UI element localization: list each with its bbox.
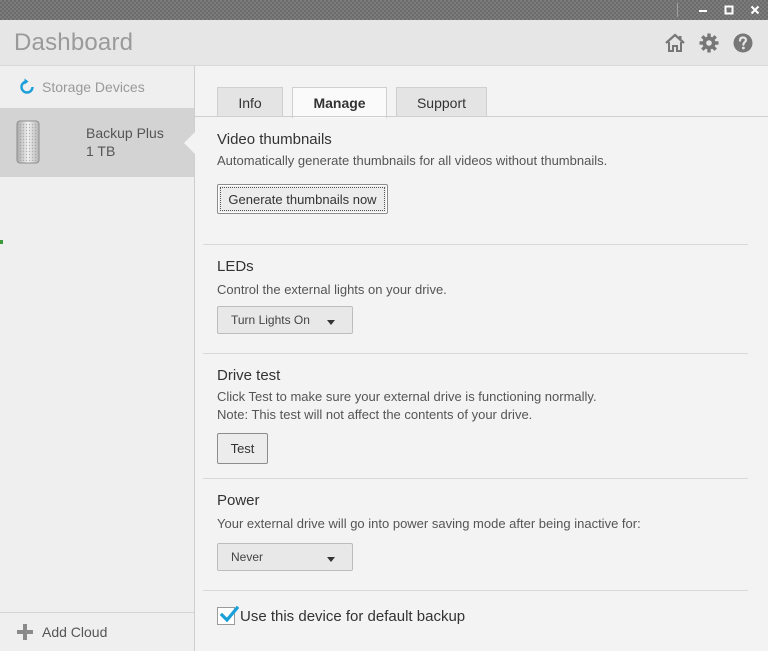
leds-dropdown[interactable]: Turn Lights On xyxy=(217,306,353,334)
close-icon[interactable] xyxy=(742,0,768,20)
header-icons xyxy=(664,32,754,54)
add-cloud-button[interactable]: Add Cloud xyxy=(0,612,194,651)
test-button[interactable]: Test xyxy=(217,433,268,464)
section-description-line2: Note: This test will not affect the cont… xyxy=(217,407,533,422)
main-panel: Info Manage Support Video thumbnails Aut… xyxy=(195,66,768,651)
section-video-thumbnails: Video thumbnails Automatically generate … xyxy=(217,131,607,170)
tab-bar: Info Manage Support xyxy=(217,87,496,118)
power-selected: Never xyxy=(231,550,264,564)
tab-underline xyxy=(195,116,768,117)
section-title: Video thumbnails xyxy=(217,131,332,148)
chevron-down-icon xyxy=(327,320,335,325)
window-titlebar[interactable] xyxy=(0,0,768,20)
default-backup-row[interactable]: Use this device for default backup xyxy=(217,605,466,625)
app-header: Dashboard xyxy=(0,20,768,66)
app-title: Dashboard xyxy=(14,29,134,56)
sidebar-item-backup-plus[interactable]: Backup Plus 1 TB xyxy=(0,108,195,177)
home-icon[interactable] xyxy=(664,32,686,54)
chevron-down-icon xyxy=(327,557,335,562)
plus-icon xyxy=(17,624,33,640)
default-backup-label: Use this device for default backup xyxy=(240,607,466,625)
tab-support[interactable]: Support xyxy=(396,87,487,117)
section-title: LEDs xyxy=(217,258,254,275)
help-icon[interactable] xyxy=(732,32,754,54)
tab-info[interactable]: Info xyxy=(217,87,283,117)
drive-icon xyxy=(16,120,40,164)
section-divider xyxy=(203,244,748,245)
maximize-icon[interactable] xyxy=(716,0,742,20)
sidebar-heading-label: Storage Devices xyxy=(42,79,145,95)
section-title: Power xyxy=(217,492,260,509)
minimize-icon[interactable] xyxy=(690,0,716,20)
power-dropdown[interactable]: Never xyxy=(217,543,353,571)
section-description: Your external drive will go into power s… xyxy=(217,516,641,531)
sidebar-heading[interactable]: Storage Devices xyxy=(0,66,194,108)
status-marker xyxy=(0,240,3,244)
section-leds: LEDs Control the external lights on your… xyxy=(217,258,447,299)
section-divider xyxy=(203,478,748,479)
section-description: Automatically generate thumbnails for al… xyxy=(217,153,608,168)
section-power: Power Your external drive will go into p… xyxy=(217,492,641,533)
sidebar: Storage Devices Backup Plus 1 TB Add Clo… xyxy=(0,66,195,651)
section-divider xyxy=(203,590,748,591)
default-backup-checkbox[interactable] xyxy=(217,605,239,625)
device-size: 1 TB xyxy=(86,143,116,159)
window-controls xyxy=(677,0,768,20)
section-divider xyxy=(203,353,748,354)
section-description: Control the external lights on your driv… xyxy=(217,282,447,297)
checkmark-icon xyxy=(219,605,239,623)
generate-thumbnails-button[interactable]: Generate thumbnails now xyxy=(217,184,388,214)
sync-icon xyxy=(20,78,34,94)
section-description-line1: Click Test to make sure your external dr… xyxy=(217,389,597,404)
section-drive-test: Drive test Click Test to make sure your … xyxy=(217,367,597,424)
leds-selected: Turn Lights On xyxy=(231,313,310,327)
device-name: Backup Plus xyxy=(86,125,164,141)
titlebar-separator xyxy=(677,3,678,17)
add-cloud-label: Add Cloud xyxy=(42,624,108,640)
gear-icon[interactable] xyxy=(698,32,720,54)
section-title: Drive test xyxy=(217,367,281,384)
tab-manage[interactable]: Manage xyxy=(292,87,387,118)
